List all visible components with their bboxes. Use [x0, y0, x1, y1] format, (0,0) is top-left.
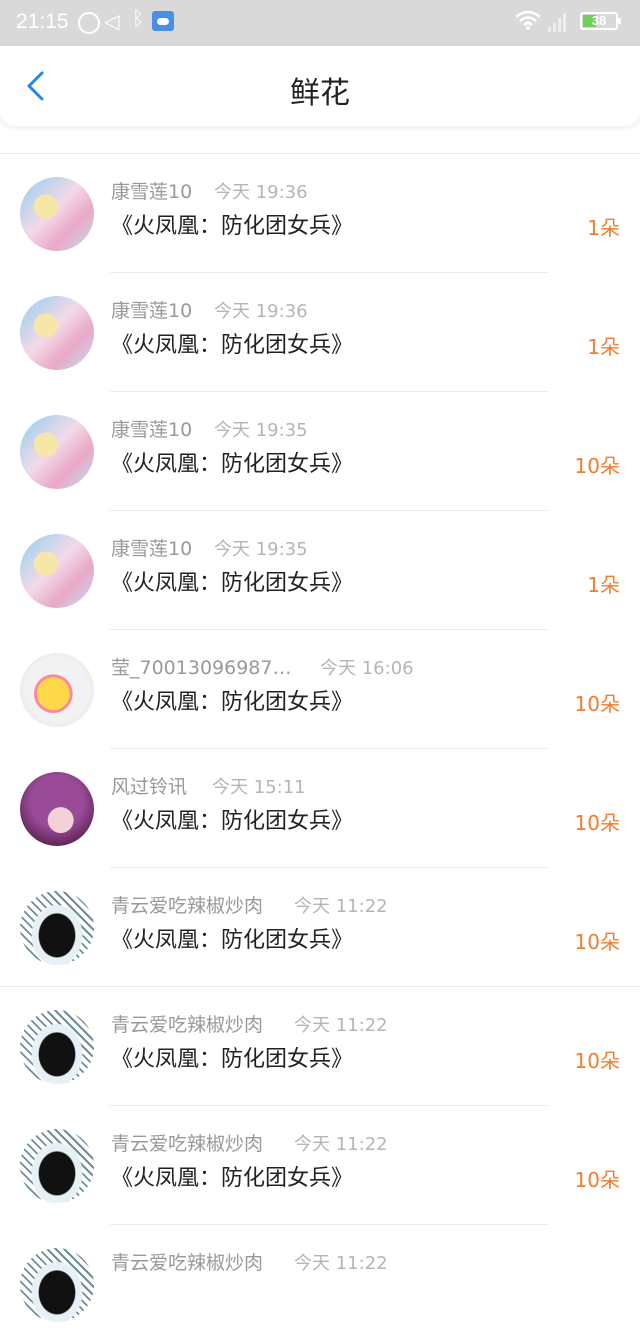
flower-amount: 10朵 — [574, 930, 620, 954]
list-item-partial — [0, 126, 640, 154]
user-name: 青云爱吃辣椒炒肉 — [111, 895, 264, 917]
book-title: 《火凤凰：防化团女兵》 — [111, 1166, 354, 1191]
mute-icon: ◁ — [104, 11, 120, 33]
header: 鲜花 — [0, 46, 640, 126]
avatar[interactable] — [20, 653, 94, 727]
cloud-icon — [152, 11, 174, 31]
avatar[interactable] — [20, 772, 94, 846]
list-item[interactable]: 康雪莲10 今天 19:36 《火凤凰：防化团女兵》 1朵 — [0, 154, 640, 273]
avatar[interactable] — [20, 534, 94, 608]
flower-amount: 1朵 — [587, 335, 620, 359]
wifi-icon — [514, 9, 542, 37]
battery-icon: 38 — [580, 12, 621, 30]
gift-time: 今天 11:22 — [294, 1015, 388, 1036]
book-title: 《火凤凰：防化团女兵》 — [111, 1047, 354, 1072]
flower-amount: 10朵 — [574, 811, 620, 835]
gift-time: 今天 19:36 — [214, 301, 308, 322]
flower-amount: 1朵 — [587, 216, 620, 240]
flower-amount: 10朵 — [574, 454, 620, 478]
avatar[interactable] — [20, 415, 94, 489]
user-name: 青云爱吃辣椒炒肉 — [111, 1252, 264, 1274]
book-title: 《火凤凰：防化团女兵》 — [111, 690, 354, 715]
flower-list: 康雪莲10 今天 19:36 《火凤凰：防化团女兵》 1朵 康雪莲10 今天 1… — [0, 126, 640, 1344]
book-title: 《火凤凰：防化团女兵》 — [111, 214, 354, 239]
list-item[interactable]: 康雪莲10 今天 19:36 《火凤凰：防化团女兵》 1朵 — [0, 273, 640, 392]
avatar[interactable] — [20, 1248, 94, 1322]
flower-amount: 1朵 — [587, 573, 620, 597]
book-title: 《火凤凰：防化团女兵》 — [111, 333, 354, 358]
list-item[interactable]: 康雪莲10 今天 19:35 《火凤凰：防化团女兵》 1朵 — [0, 511, 640, 630]
user-name: 康雪莲10 — [111, 419, 193, 441]
gift-time: 今天 16:06 — [320, 658, 414, 679]
avatar[interactable] — [20, 177, 94, 251]
user-name: 康雪莲10 — [111, 181, 193, 203]
signal-icon — [548, 12, 568, 32]
user-name: 莹_700130969870... — [111, 657, 301, 679]
list-item[interactable]: 青云爱吃辣椒炒肉 今天 11:22 — [0, 1225, 640, 1344]
list-item[interactable]: 青云爱吃辣椒炒肉 今天 11:22 《火凤凰：防化团女兵》 10朵 — [0, 868, 640, 987]
user-name: 青云爱吃辣椒炒肉 — [111, 1133, 264, 1155]
user-name: 康雪莲10 — [111, 538, 193, 560]
user-name: 青云爱吃辣椒炒肉 — [111, 1014, 264, 1036]
book-title: 《火凤凰：防化团女兵》 — [111, 928, 354, 953]
page-title: 鲜花 — [290, 76, 350, 111]
alarm-icon — [78, 12, 100, 34]
battery-level: 38 — [591, 13, 607, 28]
gift-time: 今天 15:11 — [212, 777, 306, 798]
list-item[interactable]: 风过铃讯 今天 15:11 《火凤凰：防化团女兵》 10朵 — [0, 749, 640, 868]
user-name: 风过铃讯 — [111, 776, 188, 798]
gift-time: 今天 11:22 — [294, 896, 388, 917]
list-item[interactable]: 莹_700130969870... 今天 16:06 《火凤凰：防化团女兵》 1… — [0, 630, 640, 749]
list-item[interactable]: 青云爱吃辣椒炒肉 今天 11:22 《火凤凰：防化团女兵》 10朵 — [0, 1106, 640, 1225]
flower-amount: 10朵 — [574, 692, 620, 716]
book-title: 《火凤凰：防化团女兵》 — [111, 571, 354, 596]
flower-amount: 10朵 — [574, 1049, 620, 1073]
gift-time: 今天 11:22 — [294, 1253, 388, 1274]
flower-amount: 10朵 — [574, 1168, 620, 1192]
status-time: 21:15 — [16, 10, 69, 33]
user-name: 康雪莲10 — [111, 300, 193, 322]
gift-time: 今天 19:35 — [214, 539, 308, 560]
book-title: 《火凤凰：防化团女兵》 — [111, 452, 354, 477]
gift-time: 今天 19:35 — [214, 420, 308, 441]
book-title: 《火凤凰：防化团女兵》 — [111, 809, 354, 834]
list-item[interactable]: 康雪莲10 今天 19:35 《火凤凰：防化团女兵》 10朵 — [0, 392, 640, 511]
avatar[interactable] — [20, 1010, 94, 1084]
status-bar: 21:15 ◁ ᛒ 38 — [0, 0, 640, 46]
avatar[interactable] — [20, 891, 94, 965]
gift-time: 今天 19:36 — [214, 182, 308, 203]
list-item[interactable]: 青云爱吃辣椒炒肉 今天 11:22 《火凤凰：防化团女兵》 10朵 — [0, 987, 640, 1106]
bluetooth-icon: ᛒ — [132, 8, 144, 30]
avatar[interactable] — [20, 1129, 94, 1203]
gift-time: 今天 11:22 — [294, 1134, 388, 1155]
avatar[interactable] — [20, 296, 94, 370]
